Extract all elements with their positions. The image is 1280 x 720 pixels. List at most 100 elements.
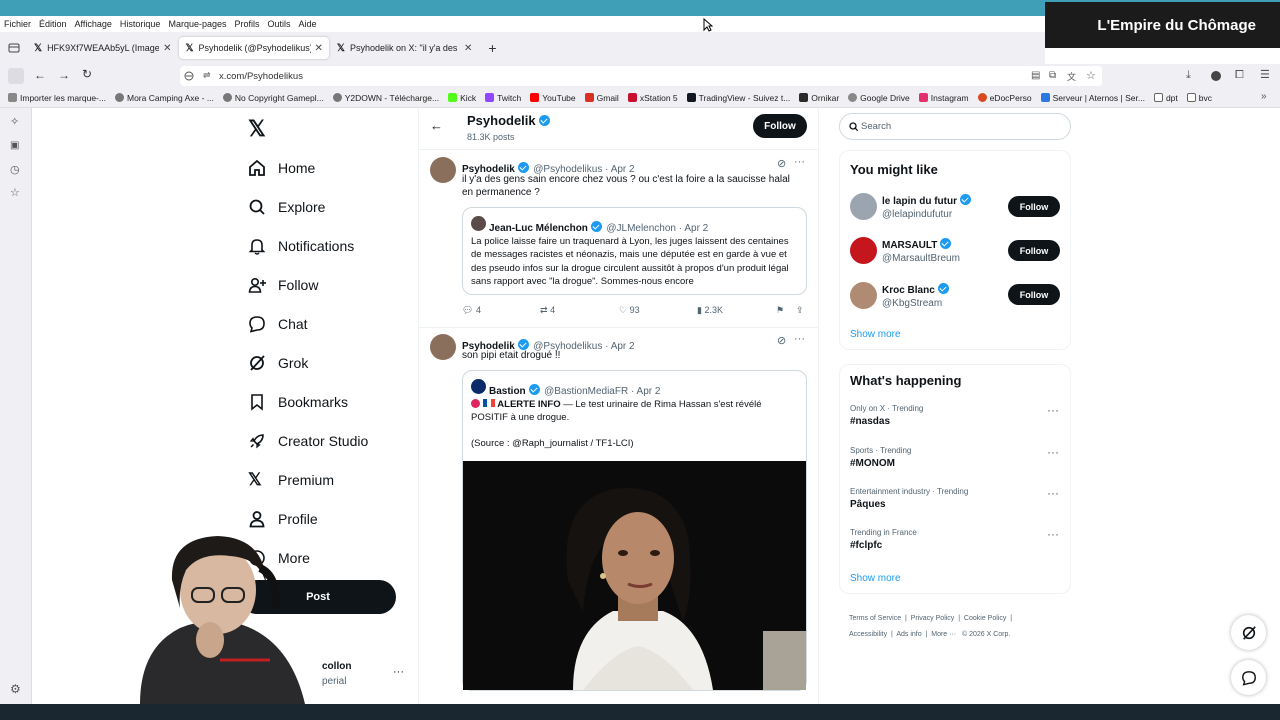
trend-item[interactable]: Trending in France #fclpfc bbox=[850, 528, 1060, 551]
repost-button[interactable]: ⇄ 4 bbox=[540, 305, 555, 316]
views-button[interactable]: ▮ 2.3K bbox=[697, 305, 723, 316]
avatar[interactable] bbox=[430, 334, 456, 360]
nav-home[interactable]: Home bbox=[248, 148, 418, 187]
settings-icon[interactable]: ⚙ bbox=[10, 682, 21, 696]
bookmark-item[interactable]: TradingView - Suivez t... bbox=[686, 93, 790, 103]
bookmark-item[interactable]: Google Drive bbox=[848, 93, 910, 103]
avatar[interactable] bbox=[850, 282, 877, 309]
nav-grok[interactable]: Grok bbox=[248, 343, 418, 382]
tab-image[interactable]: 𝕏 HFK9Xf7WEAAb5yL (Image JPEG ✕ bbox=[28, 37, 177, 59]
permissions-icon[interactable]: ⇌ bbox=[203, 70, 211, 81]
bookmark-item[interactable]: Gmail bbox=[584, 93, 619, 103]
download-icon[interactable]: ⤓ bbox=[1186, 69, 1191, 82]
more-options-icon[interactable]: ··· bbox=[794, 333, 805, 345]
menu-affichage[interactable]: Affichage bbox=[75, 19, 112, 29]
follow-button[interactable]: Follow bbox=[1008, 196, 1060, 217]
bookmarks-overflow-icon[interactable]: » bbox=[1261, 91, 1267, 102]
suggestion-user[interactable]: Kroc Blanc @KbgStream bbox=[882, 283, 949, 309]
bookmark-item[interactable]: Serveur | Aternos | Ser... bbox=[1040, 93, 1145, 103]
app-menu-icon[interactable]: ☰ bbox=[1260, 68, 1270, 81]
bookmark-item[interactable]: No Copyright Gamepl... bbox=[222, 93, 324, 103]
bookmark-item[interactable]: Importer les marque-... bbox=[8, 93, 106, 103]
follow-button[interactable]: Follow bbox=[1008, 240, 1060, 261]
trend-more-icon[interactable]: ··· bbox=[1047, 445, 1059, 459]
trend-item[interactable]: Sports · Trending #MONOM bbox=[850, 446, 1060, 469]
footer-link[interactable]: Cookie Policy bbox=[964, 615, 1006, 622]
more-options-icon[interactable]: ··· bbox=[794, 156, 805, 168]
nav-notifications[interactable]: Notifications bbox=[248, 226, 418, 265]
new-tab-button[interactable]: + bbox=[488, 40, 496, 56]
bookmark-item[interactable]: Instagram bbox=[918, 93, 969, 103]
bookmark-folder[interactable]: bvc bbox=[1186, 93, 1212, 103]
trend-more-icon[interactable]: ··· bbox=[1047, 527, 1059, 541]
suggestion-user[interactable]: MARSAULT @MarsaultBreum bbox=[882, 238, 960, 264]
footer-link[interactable]: Accessibility bbox=[849, 631, 887, 638]
menu-aide[interactable]: Aide bbox=[299, 19, 317, 29]
footer-link[interactable]: Ads info bbox=[896, 631, 921, 638]
trend-more-icon[interactable]: ··· bbox=[1047, 486, 1059, 500]
nav-premium[interactable]: 𝕏 Premium bbox=[248, 460, 418, 499]
tab-profile[interactable]: 𝕏 Psyhodelik (@Psyhodelikus) / X ✕ bbox=[179, 37, 329, 59]
url-bar[interactable] bbox=[180, 66, 1102, 86]
tab-post[interactable]: 𝕏 Psyhodelik on X: "il y'a des gens ✕ bbox=[331, 37, 478, 59]
reply-button[interactable]: 💬︎ 4 bbox=[462, 305, 481, 316]
grok-explain-icon[interactable]: ⊘ bbox=[777, 334, 786, 347]
nav-follow[interactable]: Follow bbox=[248, 265, 418, 304]
bookmark-item[interactable]: eDocPerso bbox=[977, 93, 1032, 103]
close-tab-icon[interactable]: ✕ bbox=[163, 43, 171, 54]
reload-icon[interactable]: ↻ bbox=[82, 67, 92, 81]
bookmark-item[interactable]: Y2DOWN - Télécharge... bbox=[332, 93, 439, 103]
account-menu-icon[interactable]: ··· bbox=[393, 666, 404, 678]
translate-icon[interactable]: 文 bbox=[1067, 70, 1076, 83]
tweet-date[interactable]: Apr 2 bbox=[611, 341, 635, 352]
trend-more-icon[interactable]: ··· bbox=[1047, 403, 1059, 417]
site-info-icon[interactable] bbox=[184, 71, 194, 81]
share-icon[interactable]: ⇪ bbox=[796, 305, 804, 316]
bookmark-item[interactable]: Mora Camping Axe - ... bbox=[114, 93, 214, 103]
search-input[interactable]: Search bbox=[861, 121, 891, 132]
sidebar-toggle-icon[interactable] bbox=[8, 68, 24, 84]
bookmark-tweet-icon[interactable]: ⚑ bbox=[776, 305, 784, 316]
back-icon[interactable]: ← bbox=[34, 68, 46, 82]
nav-bookmarks[interactable]: Bookmarks bbox=[248, 382, 418, 421]
nav-chat[interactable]: Chat bbox=[248, 304, 418, 343]
footer-link[interactable]: Privacy Policy bbox=[911, 615, 955, 622]
menu-fichier[interactable]: Fichier bbox=[4, 19, 31, 29]
menu-marque-pages[interactable]: Marque-pages bbox=[168, 19, 226, 29]
extensions-icon[interactable]: ⧠ bbox=[1235, 69, 1244, 82]
bookmark-item[interactable]: Ornikar bbox=[799, 93, 839, 103]
nav-explore[interactable]: Explore bbox=[248, 187, 418, 226]
bookmarks-sidebar-icon[interactable]: ☆ bbox=[10, 186, 20, 199]
bookmark-item[interactable]: YouTube bbox=[530, 93, 576, 103]
nav-creator-studio[interactable]: Creator Studio bbox=[248, 421, 418, 460]
bookmark-item[interactable]: Kick bbox=[448, 93, 476, 103]
trend-item[interactable]: Only on X · Trending #nasdas bbox=[850, 404, 1060, 427]
menu-outils[interactable]: Outils bbox=[268, 19, 291, 29]
grok-floating-button[interactable] bbox=[1231, 615, 1266, 650]
forward-icon[interactable]: → bbox=[58, 68, 70, 82]
follow-button[interactable]: Follow bbox=[753, 114, 807, 138]
bookmark-item[interactable]: Twitch bbox=[485, 93, 521, 103]
menu-historique[interactable]: Historique bbox=[120, 19, 161, 29]
avatar[interactable] bbox=[850, 237, 877, 264]
avatar[interactable] bbox=[430, 157, 456, 183]
close-tab-icon[interactable]: ✕ bbox=[464, 43, 472, 54]
footer-link[interactable]: More ··· bbox=[931, 631, 956, 638]
bookmark-folder[interactable]: dpt bbox=[1153, 93, 1178, 103]
back-arrow-icon[interactable]: ← bbox=[430, 118, 443, 133]
suggestion-user[interactable]: le lapin du futur @lelapindufutur bbox=[882, 194, 971, 220]
bookmark-item[interactable]: xStation 5 bbox=[627, 93, 678, 103]
show-more-link[interactable]: Show more bbox=[850, 329, 901, 340]
x-home-logo-icon[interactable]: 𝕏 bbox=[248, 116, 266, 142]
tab-overview-icon[interactable] bbox=[0, 42, 28, 54]
trend-item[interactable]: Entertainment industry · Trending Pâques bbox=[850, 487, 1060, 510]
menu-profils[interactable]: Profils bbox=[235, 19, 260, 29]
close-tab-icon[interactable]: ✕ bbox=[315, 43, 323, 54]
avatar[interactable] bbox=[850, 193, 877, 220]
ai-sparkle-icon[interactable]: ✧ bbox=[10, 115, 19, 128]
reading-list-icon[interactable]: ▣ bbox=[10, 140, 19, 151]
reader-view-icon[interactable]: ▤ bbox=[1031, 70, 1040, 81]
quote-image[interactable] bbox=[463, 461, 806, 690]
menu-edition[interactable]: Édition bbox=[39, 19, 67, 29]
bookmark-star-icon[interactable]: ☆ bbox=[1086, 69, 1096, 82]
